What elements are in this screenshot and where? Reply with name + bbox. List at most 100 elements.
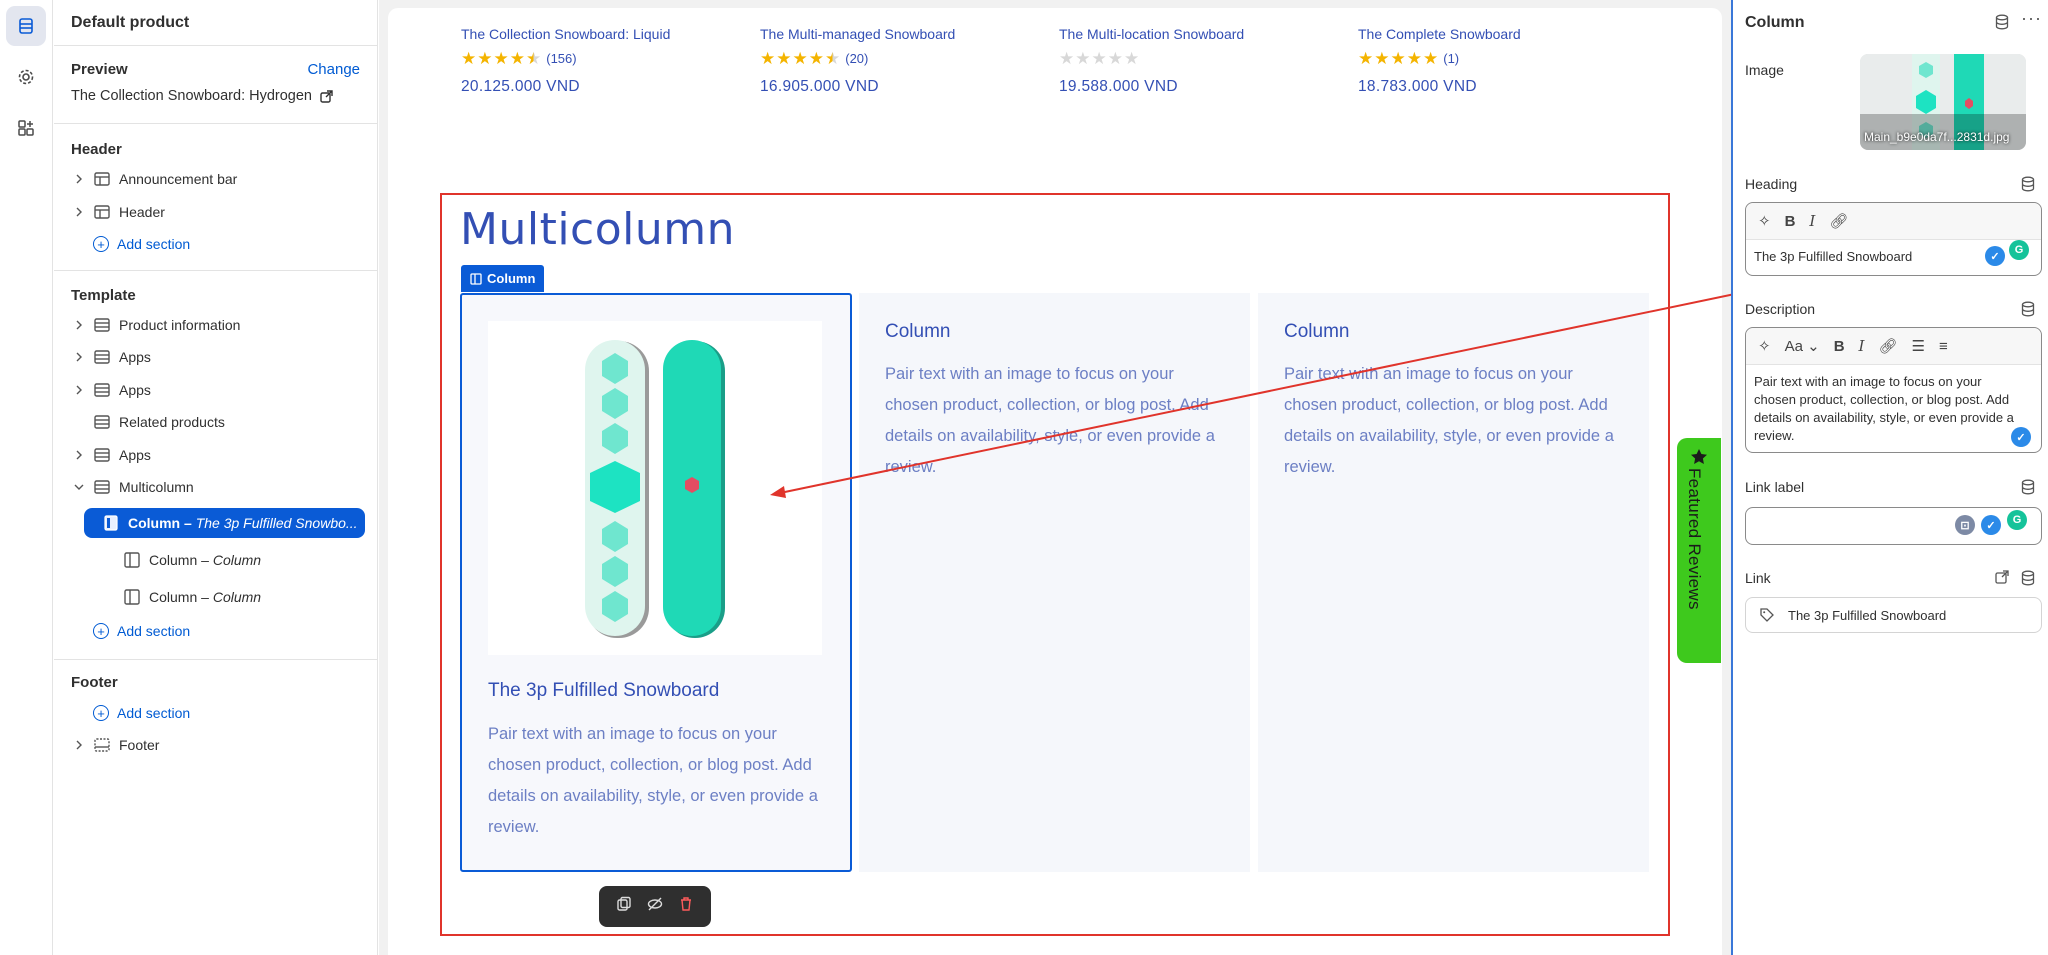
plus-circle-icon: + <box>93 236 109 252</box>
product-name[interactable]: The Multi-managed Snowboard <box>760 26 1010 46</box>
sidebar-item-header[interactable]: Header <box>71 197 165 227</box>
product-name[interactable]: The Complete Snowboard <box>1358 26 1608 46</box>
check-icon[interactable]: ✓ <box>1985 246 2005 266</box>
database-icon[interactable] <box>2020 570 2036 586</box>
product-price: 18.783.000 VND <box>1358 78 1477 95</box>
star-icon: ★ <box>1358 48 1374 68</box>
link-icon[interactable]: 🔗︎ <box>1829 212 1848 230</box>
column-name: The 3p Fulfilled Snowbo... <box>195 515 358 531</box>
product-card[interactable]: The Collection Snowboard: Liquid ★ ★ ★ ★ ★ (… <box>461 26 711 96</box>
product-card[interactable]: The Multi-managed Snowboard ★ ★ ★ ★ ★ (20) 1… <box>760 26 1010 96</box>
sidebar-item-product-information[interactable]: Product information <box>71 310 240 340</box>
empty-star-icon: ★ <box>1059 48 1075 68</box>
tag-icon <box>1760 608 1774 622</box>
magic-icon[interactable]: ✧ <box>1758 337 1771 355</box>
plus-circle-icon: + <box>93 705 109 721</box>
column-image[interactable] <box>488 321 822 655</box>
product-card[interactable]: The Complete Snowboard ★ ★ ★ ★ ★ (1) 18.783.… <box>1358 26 1608 96</box>
column-block[interactable]: Column Pair text with an image to focus … <box>859 293 1250 872</box>
gear-icon[interactable] <box>6 57 46 97</box>
link-icon[interactable]: 🔗︎ <box>1878 337 1897 355</box>
column-tag-label: Column <box>487 271 536 286</box>
change-link[interactable]: Change <box>307 61 360 78</box>
product-name[interactable]: The Multi-location Snowboard <box>1059 26 1309 46</box>
chevron-right-icon[interactable] <box>71 204 87 220</box>
bullet-list-icon[interactable]: ☰ <box>1912 337 1925 355</box>
add-section-header-button[interactable]: + Add section <box>71 229 190 259</box>
description-editor[interactable]: ✧ Aa ⌄ B I 🔗︎ ☰ ≡ Pair text with an imag… <box>1745 327 2042 453</box>
preview-value[interactable]: The Collection Snowboard: Hydrogen <box>71 88 333 104</box>
font-size-dropdown[interactable]: Aa ⌄ <box>1785 337 1820 355</box>
column-block-tag[interactable]: Column <box>461 265 545 292</box>
sidebar-item-column[interactable]: Column – Column <box>71 545 261 575</box>
column-prefix: Column <box>149 552 198 568</box>
sidebar-item-related-products[interactable]: Related products <box>71 407 225 437</box>
image-picker[interactable]: Main_b9e0da7f...2831d.jpg <box>1860 54 2026 150</box>
section-icon <box>93 381 111 399</box>
italic-icon[interactable]: I <box>1859 337 1865 355</box>
description-toolbar: ✧ Aa ⌄ B I 🔗︎ ☰ ≡ <box>1746 328 2041 365</box>
sidebar-item-label: Apps <box>119 447 151 463</box>
grammarly-icon[interactable]: G <box>2007 510 2027 530</box>
column-block-selected[interactable]: The 3p Fulfilled Snowboard Pair text wit… <box>460 293 852 872</box>
bold-icon[interactable]: B <box>1785 213 1796 230</box>
column-description: Pair text with an image to focus on your… <box>885 365 1215 476</box>
external-link-icon[interactable] <box>1995 570 2009 584</box>
column-description: Pair text with an image to focus on your… <box>488 725 818 836</box>
link-field-label: Link <box>1745 570 1771 586</box>
font-size-label: Aa <box>1784 338 1803 355</box>
sidebar-item-label: Announcement bar <box>119 171 238 187</box>
chevron-right-icon[interactable] <box>71 317 87 333</box>
column-prefix: Column <box>128 515 181 531</box>
trash-icon[interactable] <box>678 896 694 917</box>
link-input[interactable]: The 3p Fulfilled Snowboard <box>1745 597 2042 633</box>
italic-icon[interactable]: I <box>1809 212 1815 230</box>
sidebar-item-multicolumn[interactable]: Multicolumn <box>71 472 194 502</box>
star-icon: ★ <box>808 48 824 68</box>
chevron-right-icon[interactable] <box>71 447 87 463</box>
sidebar-item-column[interactable]: Column – Column <box>71 582 261 612</box>
sidebar-item-apps[interactable]: Apps <box>71 375 151 405</box>
sidebar-item-label: Apps <box>119 349 151 365</box>
numbered-list-icon[interactable]: ≡ <box>1939 338 1948 355</box>
column-block[interactable]: Column Pair text with an image to focus … <box>1258 293 1649 872</box>
database-icon[interactable] <box>2020 176 2036 192</box>
check-icon[interactable]: ✓ <box>1981 515 2001 535</box>
bot-icon[interactable]: ⊡ <box>1955 515 1975 535</box>
chevron-right-icon[interactable] <box>71 349 87 365</box>
add-section-template-button[interactable]: + Add section <box>71 616 190 646</box>
chevron-right-icon[interactable] <box>71 382 87 398</box>
review-count: (20) <box>845 50 869 66</box>
sidebar-item-apps[interactable]: Apps <box>71 342 151 372</box>
database-icon[interactable] <box>2020 479 2036 495</box>
grammarly-icon[interactable]: G <box>2009 240 2029 260</box>
sidebar-item-announcement-bar[interactable]: Announcement bar <box>71 164 237 194</box>
featured-reviews-tab[interactable]: Featured Reviews <box>1677 438 1721 663</box>
column-icon <box>123 551 141 569</box>
more-options-icon[interactable]: ··· <box>2021 8 2042 29</box>
sidebar-item-apps[interactable]: Apps <box>71 440 151 470</box>
block-toolbar <box>599 886 711 927</box>
star-icon: ★ <box>1374 48 1390 68</box>
add-section-footer-button[interactable]: + Add section <box>71 698 190 728</box>
sidebar-item-column-selected[interactable]: Column – The 3p Fulfilled Snowbo... <box>84 508 365 538</box>
apps-icon[interactable] <box>6 108 46 148</box>
product-card[interactable]: The Multi-location Snowboard ★ ★ ★ ★ ★ 19.58… <box>1059 26 1309 96</box>
description-input[interactable]: Pair text with an image to focus on your… <box>1746 365 2041 453</box>
chevron-down-icon[interactable] <box>71 479 87 495</box>
star-icon: ★ <box>792 48 808 68</box>
check-icon[interactable]: ✓ <box>2011 427 2031 447</box>
database-icon[interactable] <box>1995 14 2009 30</box>
magic-icon[interactable]: ✧ <box>1758 212 1771 230</box>
duplicate-icon[interactable] <box>616 896 632 917</box>
chevron-right-icon[interactable] <box>71 737 87 753</box>
product-rating: ★ ★ ★ ★ ★ (1) <box>1358 46 1608 70</box>
bold-icon[interactable]: B <box>1834 338 1845 355</box>
multicolumn-title: Multicolumn <box>460 204 736 255</box>
sections-icon[interactable] <box>6 6 46 46</box>
database-icon[interactable] <box>2020 301 2036 317</box>
chevron-right-icon[interactable] <box>71 171 87 187</box>
product-name[interactable]: The Collection Snowboard: Liquid <box>461 26 711 46</box>
sidebar-item-footer[interactable]: Footer <box>71 730 159 760</box>
hide-icon[interactable] <box>647 896 663 917</box>
